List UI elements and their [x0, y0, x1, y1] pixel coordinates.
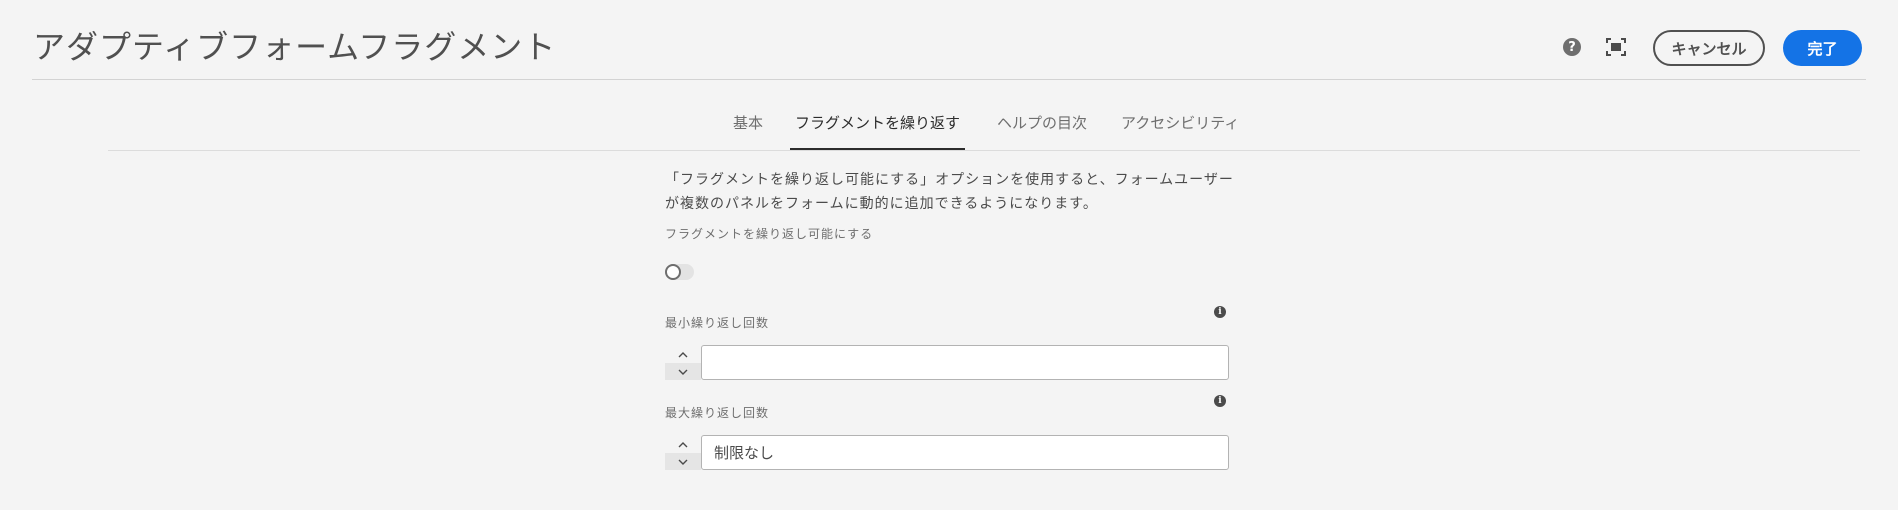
chevron-up-icon [678, 441, 688, 447]
header-divider [32, 79, 1866, 80]
help-button[interactable]: ? [1559, 34, 1585, 60]
tab-bar: 基本 フラグメントを繰り返す ヘルプの目次 アクセシビリティ [0, 108, 1898, 152]
min-repeat-stepper [665, 346, 701, 380]
page-title: アダプティブフォームフラグメント [33, 28, 557, 66]
repeat-toggle-label: フラグメントを繰り返し可能にする [665, 227, 874, 241]
repeat-description: 「フラグメントを繰り返し可能にする」オプションを使用すると、フォームユーザーが複… [665, 172, 1234, 212]
chevron-up-icon [678, 351, 688, 357]
tab-basic[interactable]: 基本 [733, 108, 763, 133]
max-repeat-stepper [665, 436, 701, 470]
max-info-icon[interactable]: i [1214, 395, 1226, 407]
max-decrement-button[interactable] [665, 453, 701, 470]
cancel-button[interactable]: キャンセル [1653, 30, 1765, 66]
min-info-icon[interactable]: i [1214, 306, 1226, 318]
toggle-knob [665, 264, 681, 280]
min-decrement-button[interactable] [665, 363, 701, 380]
fullscreen-icon [1606, 38, 1626, 56]
done-button[interactable]: 完了 [1783, 30, 1862, 66]
tab-accessibility[interactable]: アクセシビリティ [1121, 108, 1239, 133]
min-repeat-label: 最小繰り返し回数 [665, 316, 770, 330]
chevron-down-icon [678, 459, 688, 465]
min-increment-button[interactable] [665, 346, 701, 363]
chevron-down-icon [678, 369, 688, 375]
min-repeat-input[interactable] [701, 345, 1229, 380]
max-increment-button[interactable] [665, 436, 701, 453]
help-icon: ? [1563, 38, 1581, 56]
repeat-toggle[interactable] [665, 264, 694, 280]
max-repeat-label: 最大繰り返し回数 [665, 406, 770, 420]
tabs-divider [108, 150, 1860, 151]
max-repeat-input[interactable] [701, 435, 1229, 470]
tab-repeat-fragment[interactable]: フラグメントを繰り返す [795, 108, 960, 133]
fullscreen-button[interactable] [1603, 34, 1629, 60]
tab-help-contents[interactable]: ヘルプの目次 [997, 108, 1087, 133]
